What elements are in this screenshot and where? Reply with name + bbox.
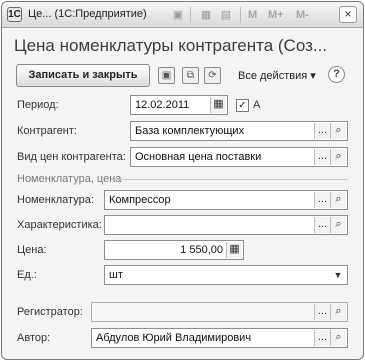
form-title: Цена номенклатуры контрагента (Соз... [14,36,328,55]
group-title: Номенклатура, цена [17,173,122,185]
search-icon[interactable]: ⌕ [330,192,346,208]
price-label: Цена: [17,244,47,256]
characteristic-field[interactable]: ... ⌕ [104,215,348,235]
toolbar-separator [240,7,241,23]
memory-store-button[interactable]: M [248,7,257,23]
select-ellipsis-button[interactable]: ... [314,123,330,139]
refresh-icon[interactable]: ⟳ [204,67,221,84]
nomenclature-field[interactable]: Компрессор ... ⌕ [104,190,348,210]
search-icon[interactable]: ⌕ [330,149,346,165]
registrar-label: Регистратор: [17,306,83,318]
toolbar-separator [190,7,191,23]
search-icon[interactable]: ⌕ [330,217,346,233]
copy-icon[interactable]: ⧉ [182,67,199,84]
search-icon[interactable]: ⌕ [330,123,346,139]
group-divider [114,179,348,180]
calculator-icon[interactable]: ▦ [226,242,242,258]
calculator-icon[interactable]: ▦ [198,7,214,23]
all-actions-menu[interactable]: Все действия ▾ [238,69,316,82]
contractor-value: База комплектующих [135,125,245,137]
period-label: Период: [17,99,59,111]
period-value: 12.02.2011 [135,99,190,111]
memory-add-button[interactable]: M+ [268,7,284,23]
calendar-icon[interactable]: ▦ [210,97,226,113]
period-flag-checkbox[interactable]: ✓ [236,99,249,112]
search-icon[interactable]: ⌕ [330,330,346,346]
calendar-icon[interactable]: ▤ [218,7,234,23]
select-ellipsis-button[interactable]: ... [314,304,330,320]
unit-label: Ед.: [17,269,37,281]
save-icon[interactable]: ▣ [170,7,186,23]
select-ellipsis-button[interactable]: ... [314,330,330,346]
select-ellipsis-button[interactable]: ... [314,192,330,208]
price-type-label: Вид цен контрагента: [17,151,126,163]
registrar-field[interactable]: ... ⌕ [91,302,348,322]
author-field[interactable]: Абдулов Юрий Владимирович ... ⌕ [91,328,348,348]
title-bar: 1C Це... (1С:Предприятие) ▣ ▦ ▤ M M+ M- … [2,2,363,28]
nomenclature-label: Номенклатура: [17,194,94,206]
author-label: Автор: [17,332,51,344]
contractor-field[interactable]: База комплектующих ... ⌕ [130,121,348,141]
memory-subtract-button[interactable]: M- [296,7,309,23]
price-value: 1 550,00 [180,244,223,256]
period-flag-label: А [253,99,261,111]
price-field[interactable]: 1 550,00 ▦ [104,240,244,260]
search-icon[interactable]: ⌕ [330,304,346,320]
unit-value: шт [109,269,123,281]
period-field[interactable]: 12.02.2011 ▦ [130,95,228,115]
unit-select[interactable]: шт ▼ [104,265,348,285]
save-and-close-button[interactable]: Записать и закрыть [16,64,150,87]
nomenclature-value: Компрессор [109,194,171,206]
help-button[interactable]: ? [328,66,345,83]
app-window: 1C Це... (1С:Предприятие) ▣ ▦ ▤ M M+ M- … [1,1,364,360]
price-type-value: Основная цена поставки [135,151,262,163]
price-type-field[interactable]: Основная цена поставки ... ⌕ [130,147,348,167]
command-bar: Записать и закрыть ▣ ⧉ ⟳ Все действия ▾ … [2,62,363,90]
contractor-label: Контрагент: [17,125,77,137]
chevron-down-icon[interactable]: ▼ [330,267,346,283]
window-title: Це... (1С:Предприятие) [28,8,147,20]
author-value: Абдулов Юрий Владимирович [96,332,252,344]
characteristic-label: Характеристика: [17,219,102,231]
select-ellipsis-button[interactable]: ... [314,149,330,165]
close-button[interactable]: × [339,6,357,23]
app-icon[interactable]: 1C [7,7,22,22]
save-icon[interactable]: ▣ [158,67,175,84]
select-ellipsis-button[interactable]: ... [314,217,330,233]
